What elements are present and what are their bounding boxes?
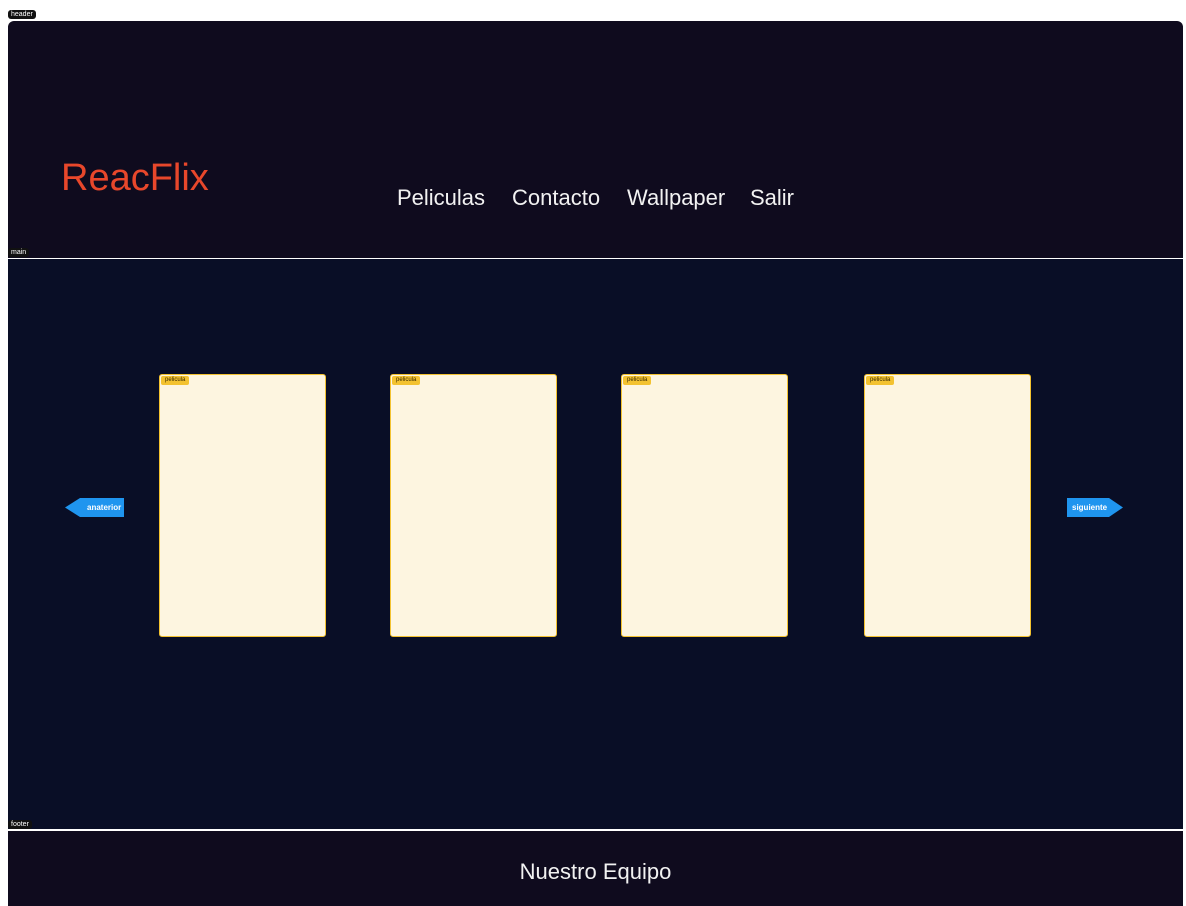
nav-wallpaper[interactable]: Wallpaper (627, 185, 725, 211)
logo[interactable]: ReacFlix (61, 157, 209, 200)
previous-button[interactable]: anaterior (65, 498, 124, 517)
movie-card[interactable]: pelicula (159, 374, 326, 637)
movie-card-tag: pelicula (623, 376, 652, 385)
main-debug-tag: main (8, 248, 30, 257)
movie-card-tag: pelicula (161, 376, 190, 385)
nav-contacto[interactable]: Contacto (512, 185, 600, 211)
next-button[interactable]: siguiente (1067, 498, 1123, 517)
nav-salir[interactable]: Salir (750, 185, 794, 211)
site-footer: Nuestro Equipo (8, 831, 1183, 906)
footer-debug-tag: footer (8, 820, 32, 829)
nav-peliculas[interactable]: Peliculas (397, 185, 485, 211)
movie-card[interactable]: pelicula (390, 374, 557, 637)
footer-title: Nuestro Equipo (519, 859, 672, 884)
movie-card[interactable]: pelicula (621, 374, 788, 637)
header-debug-tag: header (8, 10, 36, 19)
movie-card-tag: pelicula (392, 376, 421, 385)
main-content: anaterior pelicula pelicula pelicula pel… (8, 259, 1183, 829)
movie-card-tag: pelicula (866, 376, 895, 385)
movie-card[interactable]: pelicula (864, 374, 1031, 637)
site-header: ReacFlix Peliculas Contacto Wallpaper Sa… (8, 21, 1183, 258)
